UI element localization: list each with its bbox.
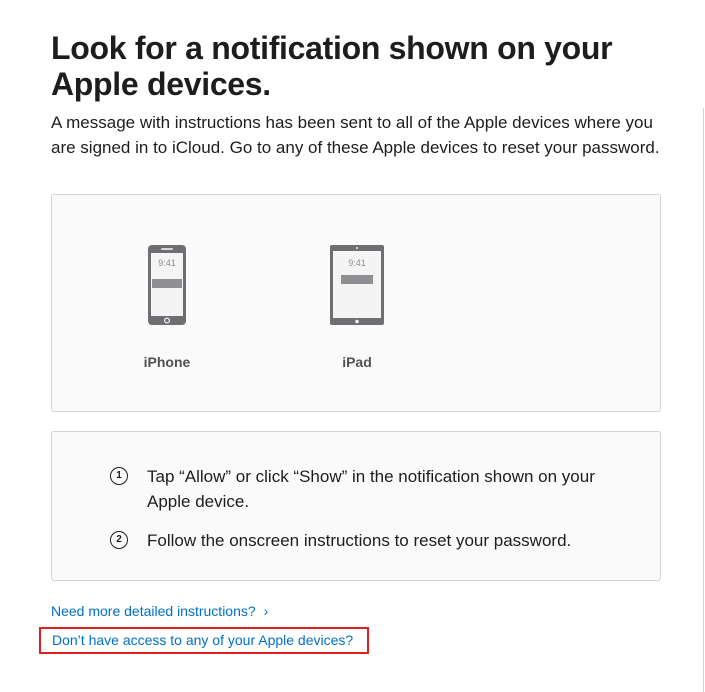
instruction-step-1: 1 Tap “Allow” or click “Show” in the not… [110, 464, 610, 514]
ipad-time: 9:41 [348, 258, 366, 268]
device-ipad: 9:41 iPad [297, 195, 417, 370]
step-number-2-icon: 2 [110, 531, 128, 549]
iphone-time: 9:41 [158, 258, 176, 268]
device-label-ipad: iPad [342, 354, 372, 370]
step-text-2: Follow the onscreen instructions to rese… [147, 531, 572, 550]
chevron-right-icon: › [263, 603, 269, 619]
intro-text: A message with instructions has been sen… [51, 113, 660, 157]
ipad-icon: 9:41 [330, 245, 384, 325]
right-divider [703, 108, 704, 692]
devices-panel: 9:41 iPhone 9:41 iPad [51, 194, 661, 412]
device-iphone: 9:41 iPhone [107, 195, 227, 370]
instruction-step-2: 2 Follow the onscreen instructions to re… [110, 528, 610, 553]
page-title: Look for a notification shown on your Ap… [51, 30, 613, 102]
device-label-iphone: iPhone [143, 354, 191, 370]
no-access-link[interactable]: Don’t have access to any of your Apple d… [39, 627, 369, 654]
detailed-instructions-link[interactable]: Need more detailed instructions? › [51, 603, 268, 619]
instructions-panel: 1 Tap “Allow” or click “Show” in the not… [51, 431, 661, 581]
iphone-icon: 9:41 [148, 245, 186, 325]
step-number-1-icon: 1 [110, 467, 128, 485]
step-text-1: Tap “Allow” or click “Show” in the notif… [147, 467, 595, 511]
detailed-instructions-label: Need more detailed instructions? [51, 603, 256, 619]
